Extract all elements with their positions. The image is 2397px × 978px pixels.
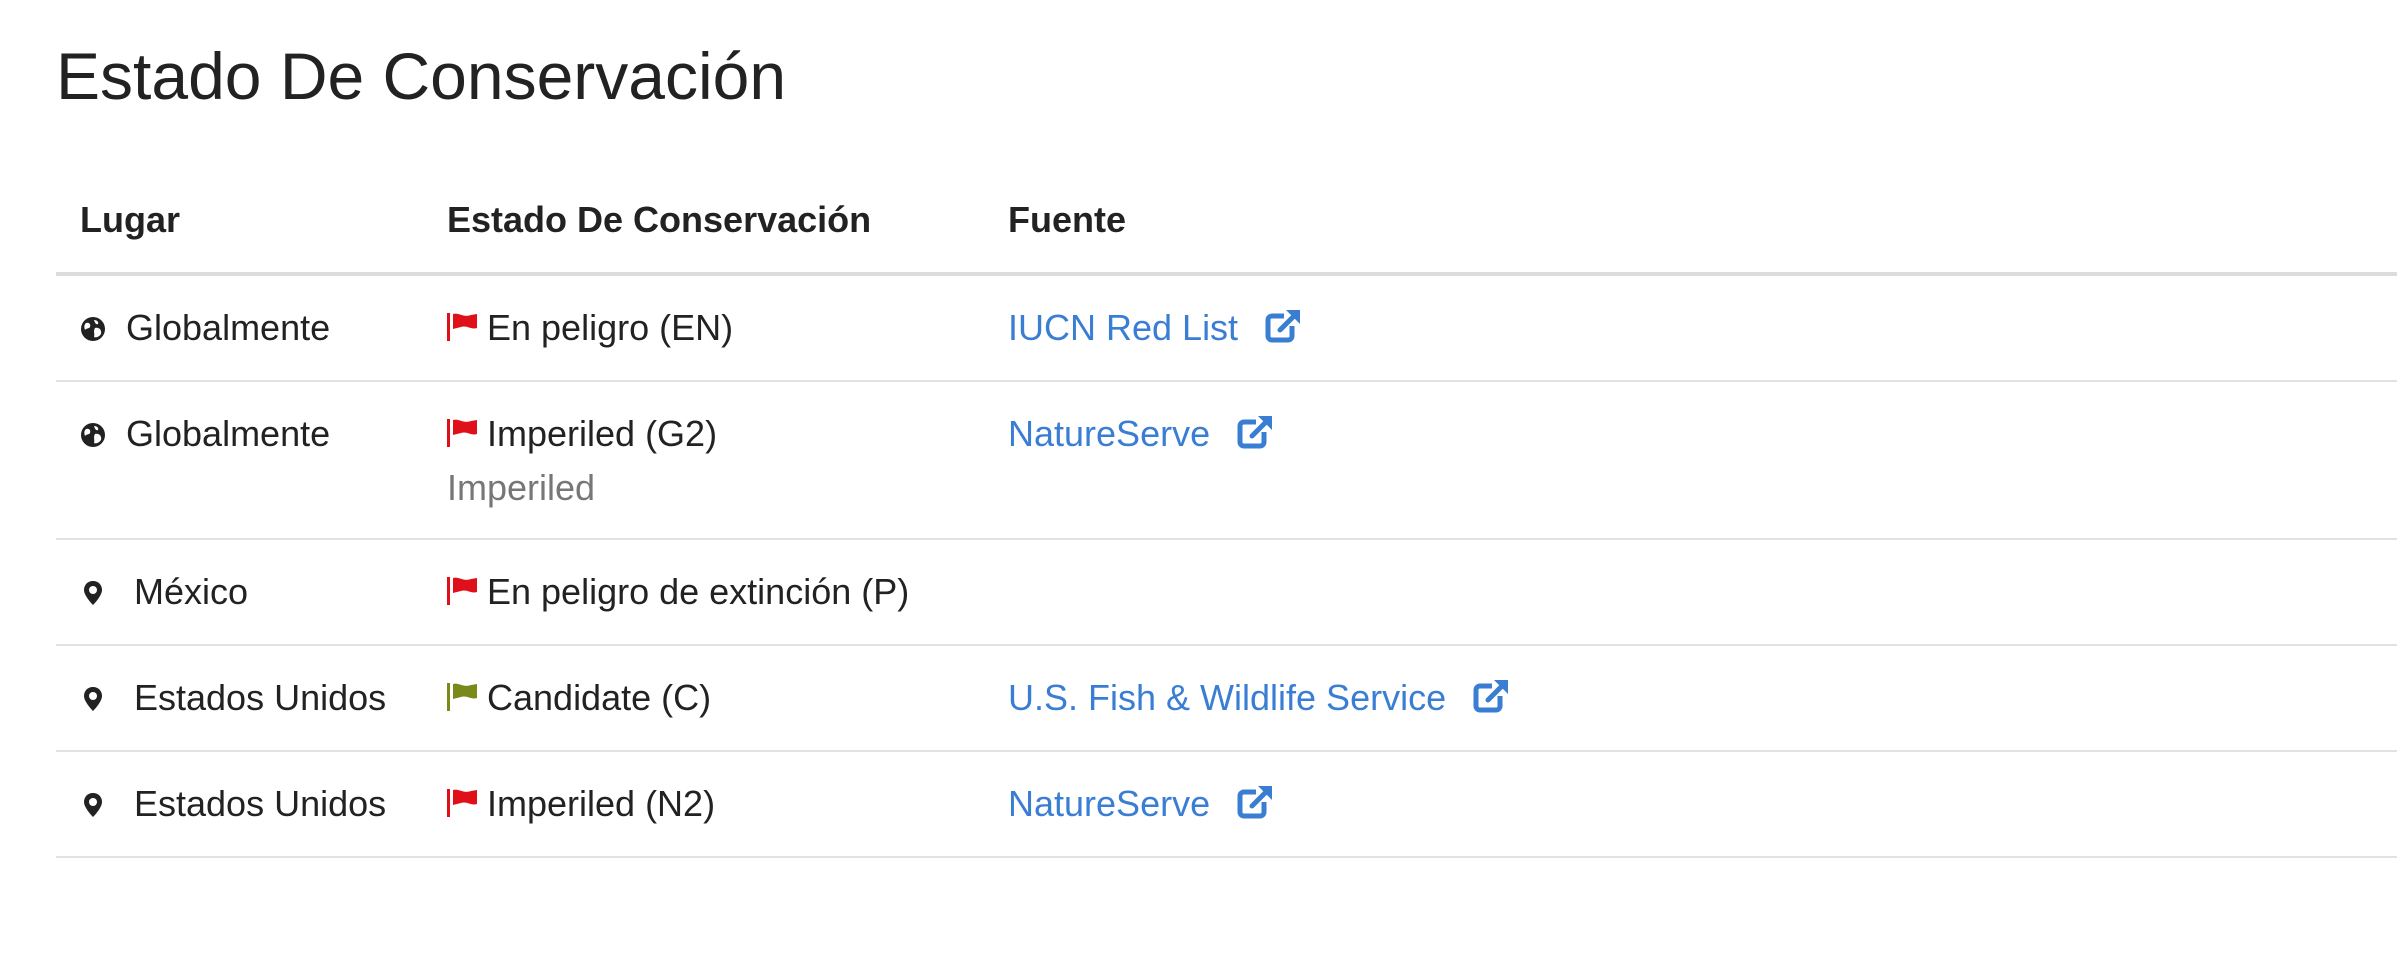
source-cell [992,539,2397,646]
table-header-row: Lugar Estado De Conservación Fuente [56,168,2397,276]
column-header-source: Fuente [992,168,2397,276]
flag-icon [447,312,479,342]
table-row: Estados Unidos Candidate (C) U.S. Fish & W… [56,645,2397,752]
page-title: Estado De Conservación [56,39,787,113]
conservation-status-section: Estado De Conservación Lugar Estado De C… [0,0,2397,978]
globe-icon [80,316,106,342]
status-cell: En peligro (EN) [429,274,992,382]
conservation-status-table: Lugar Estado De Conservación Fuente Glob… [56,168,2397,858]
status-cell: Candidate (C) [429,645,992,752]
external-link-icon[interactable] [1472,676,1512,716]
flag-icon [447,576,479,606]
source-cell: NatureServe [992,751,2397,858]
status-cell: En peligro de extinción (P) [429,539,992,646]
status-label: En peligro (EN) [487,307,734,348]
place-cell: Estados Unidos [56,751,429,858]
status-label: En peligro de extinción (P) [487,571,910,612]
source-cell: U.S. Fish & Wildlife Service [992,645,2397,752]
table-row: Globalmente En peligro (EN) IUCN Red List [56,274,2397,382]
globe-icon [80,422,106,448]
status-cell: Imperiled (G2) Imperiled [429,381,992,540]
status-label: Candidate (C) [487,677,712,718]
column-header-status: Estado De Conservación [429,168,992,276]
status-label: Imperiled (G2) [487,413,718,454]
place-label: Globalmente [126,307,331,348]
place-cell: Globalmente [56,274,429,382]
place-cell: Globalmente [56,381,429,540]
status-cell: Imperiled (N2) [429,751,992,858]
status-description: Imperiled [447,467,596,508]
flag-icon [447,682,479,712]
place-cell: Estados Unidos [56,645,429,752]
place-label: Estados Unidos [134,677,387,718]
status-label: Imperiled (N2) [487,783,716,824]
map-pin-icon [80,792,106,818]
external-link-icon[interactable] [1236,782,1276,822]
place-label: Estados Unidos [134,783,387,824]
source-link[interactable]: NatureServe [1008,413,1210,454]
map-pin-icon [80,580,106,606]
source-cell: NatureServe [992,381,2397,540]
source-link[interactable]: U.S. Fish & Wildlife Service [1008,677,1446,718]
flag-icon [447,418,479,448]
external-link-icon[interactable] [1264,306,1304,346]
place-label: Globalmente [126,413,331,454]
flag-icon [447,788,479,818]
table-row: Globalmente Imperiled (G2) Imperiled Nature… [56,381,2397,540]
column-header-place: Lugar [56,168,429,276]
source-link[interactable]: IUCN Red List [1008,307,1238,348]
place-cell: México [56,539,429,646]
source-link[interactable]: NatureServe [1008,783,1210,824]
table-row: México En peligro de extinción (P) [56,539,2397,646]
external-link-icon[interactable] [1236,412,1276,452]
table-row: Estados Unidos Imperiled (N2) NatureServe [56,751,2397,858]
map-pin-icon [80,686,106,712]
place-label: México [134,571,249,612]
source-cell: IUCN Red List [992,274,2397,382]
table-body: Globalmente En peligro (EN) IUCN Red List G… [56,274,2397,858]
